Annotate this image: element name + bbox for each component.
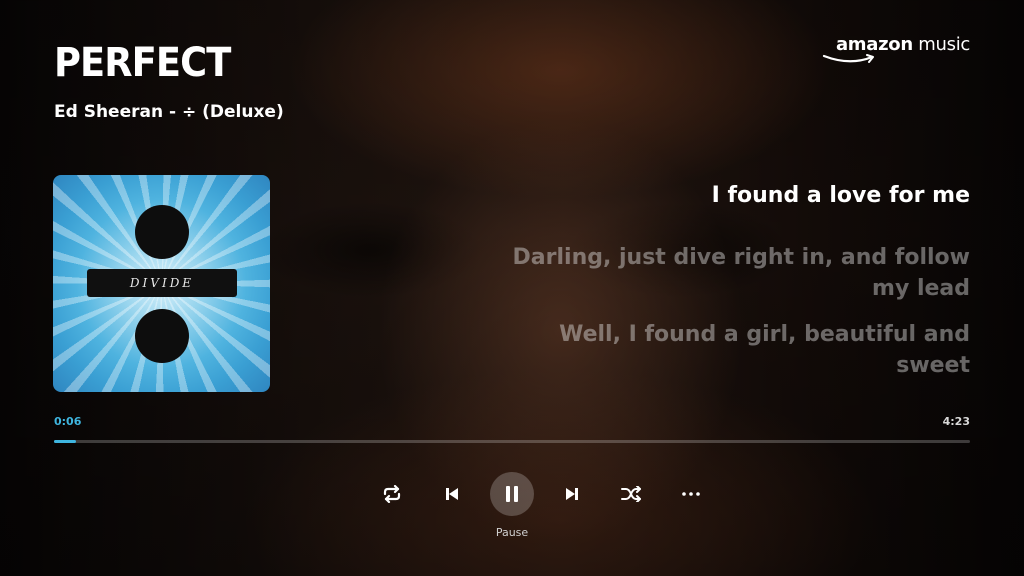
logo-text-bold: amazon (835, 34, 913, 55)
progress-bar[interactable] (54, 440, 970, 443)
next-icon (566, 488, 578, 500)
playback-controls (0, 472, 1024, 520)
more-options-button[interactable] (669, 472, 713, 516)
shuffle-icon (621, 486, 641, 502)
lyric-next: Well, I found a girl, beautiful and swee… (559, 322, 970, 378)
next-button[interactable] (550, 472, 594, 516)
album-art-label: DIVIDE (129, 276, 195, 290)
album-art-dot-bottom (135, 309, 189, 363)
logo-text: amazon music (836, 34, 970, 55)
track-subtitle: Ed Sheeran - ÷ (Deluxe) (54, 102, 284, 122)
smile-arrow-icon (822, 54, 874, 63)
album-art-bar: DIVIDE (87, 269, 237, 297)
progress-fill (54, 440, 76, 443)
logo-text-rest: music (912, 34, 970, 55)
previous-button[interactable] (430, 472, 474, 516)
shuffle-button[interactable] (610, 472, 654, 516)
total-time: 4:23 (942, 415, 970, 428)
previous-icon (446, 488, 458, 500)
pause-button[interactable] (490, 472, 534, 516)
repeat-icon (383, 485, 401, 503)
lyric-current: I found a love for me (711, 183, 970, 208)
album-art: DIVIDE (53, 175, 270, 392)
amazon-music-logo: amazon music (820, 34, 970, 64)
elapsed-time: 0:06 (54, 415, 82, 428)
lyric-next: Darling, just dive right in, and follow … (512, 245, 970, 301)
pause-label: Pause (495, 526, 529, 539)
more-icon (682, 492, 700, 496)
pause-icon (506, 486, 518, 502)
album-art-dot-top (135, 205, 189, 259)
repeat-button[interactable] (370, 472, 414, 516)
track-title: PERFECT (54, 40, 231, 86)
lyrics-panel: I found a love for me Darling, just dive… (510, 180, 970, 396)
